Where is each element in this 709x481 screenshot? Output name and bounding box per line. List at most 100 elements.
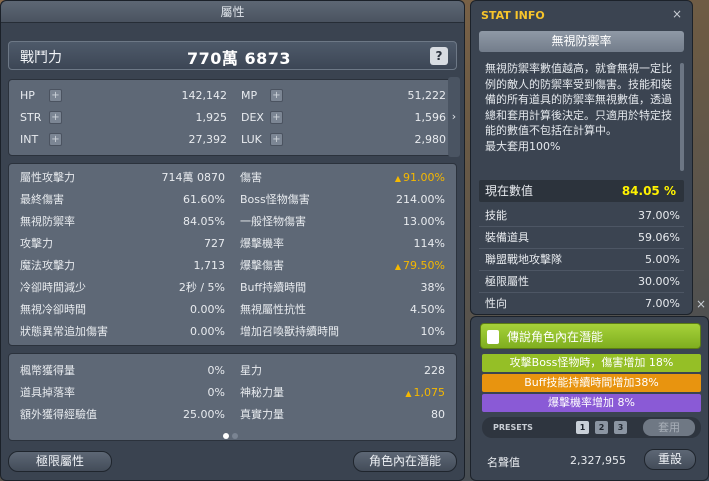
detail-stat-value: 84.05% — [183, 215, 225, 228]
misc-stat-value: 25.00% — [183, 408, 225, 421]
detail-stat-value: 114% — [413, 237, 445, 250]
detail-stat-label: 爆擊機率 — [240, 237, 284, 250]
detail-toggle-arrow-icon[interactable]: › — [448, 77, 460, 157]
help-button[interactable]: ? — [430, 47, 448, 65]
stat-info-close-icon[interactable]: × — [672, 7, 682, 21]
detail-stat-label: Boss怪物傷害 — [240, 193, 310, 206]
detail-stat-label: 增加召喚獸持續時間 — [240, 325, 339, 338]
int-plus-button[interactable]: + — [49, 133, 62, 146]
apply-preset-button[interactable]: 套用 — [643, 419, 695, 436]
dex-plus-button[interactable]: + — [270, 111, 283, 124]
misc-stat-label: 額外獲得經驗值 — [20, 408, 97, 421]
detail-stat-row: Boss怪物傷害 214.00% — [240, 190, 447, 209]
detail-stat-row: 爆擊傷害 ▲ 79.50% — [240, 256, 447, 275]
detail-stat-row: 狀態異常追加傷害 0.00% — [20, 322, 227, 341]
str-label: STR — [20, 111, 42, 124]
detail-stat-value: 2秒 / 5% — [178, 281, 225, 294]
preset-3-button[interactable]: 3 — [614, 421, 627, 434]
inner-ability-grade-label: 傳說角色內在潛能 — [507, 330, 604, 344]
misc-stats-right-column: 星力 228 神秘力量 ▲ 1,075 真實力量 80 — [240, 361, 447, 427]
current-value: 84.05 % — [621, 184, 676, 198]
stat-row-hp-mp: HP + 142,142 MP + 51,222 — [20, 86, 450, 105]
stat-info-max-note: 最大套用100% — [485, 139, 561, 153]
inner-ability-line: 攻擊Boss怪物時，傷害增加 18% — [482, 354, 701, 372]
breakdown-row: 裝備道具 59.06% — [479, 227, 684, 249]
misc-stat-label: 楓幣獲得量 — [20, 364, 75, 377]
breakdown-row: 技能 37.00% — [479, 205, 684, 227]
reset-button[interactable]: 重設 — [644, 449, 696, 470]
misc-stat-label: 真實力量 — [240, 408, 284, 421]
breakdown-row: 性向 7.00% — [479, 293, 684, 314]
stat-window: 屬性 戰鬥力 770萬 6873 ? HP + 142,142 MP + 51,… — [0, 0, 465, 481]
stat-row-int-luk: INT + 27,392 LUK + 2,980 — [20, 130, 450, 149]
preset-2-button[interactable]: 2 — [595, 421, 608, 434]
hyper-stat-button[interactable]: 極限屬性 — [8, 451, 112, 472]
hp-plus-button[interactable]: + — [49, 89, 62, 102]
inner-ability-panel: 傳說角色內在潛能 攻擊Boss怪物時，傷害增加 18% Buff技能持續時間增加3… — [470, 316, 709, 481]
detail-stat-value: 4.50% — [410, 303, 445, 316]
breakdown-label: 技能 — [485, 209, 507, 222]
hp-value: 142,142 — [181, 89, 228, 102]
presets-label: PRESETS — [493, 423, 533, 432]
detail-stat-value: 0.00% — [190, 325, 225, 338]
breakdown-value: 59.06% — [638, 231, 680, 244]
inner-ability-button[interactable]: 角色內在潛能 — [353, 451, 457, 472]
detail-stat-label: 狀態異常追加傷害 — [20, 325, 108, 338]
detail-stats-card: 屬性攻擊力 714萬 0870 最終傷害 61.60% 無視防禦率 84.05% 攻擊力 72… — [8, 163, 457, 346]
breakdown-label: 性向 — [485, 297, 507, 310]
detail-stat-value: 13.00% — [403, 215, 445, 228]
detail-stat-value-text: 91.00% — [403, 171, 445, 184]
mp-plus-button[interactable]: + — [270, 89, 283, 102]
luk-value: 2,980 — [414, 133, 447, 146]
misc-stat-label: 神秘力量 — [240, 386, 284, 399]
stat-row-str-dex: STR + 1,925 DEX + 1,596 — [20, 108, 450, 127]
detail-stat-value: 727 — [204, 237, 225, 250]
detail-stat-row: 冷卻時間減少 2秒 / 5% — [20, 278, 227, 297]
detail-stat-value: ▲ 79.50% — [395, 256, 445, 276]
detail-stat-label: 屬性攻擊力 — [20, 171, 75, 184]
detail-stat-value: 214.00% — [396, 193, 445, 206]
page-dot-2[interactable] — [232, 433, 238, 439]
breakdown-value: 7.00% — [645, 297, 680, 310]
preset-1-button[interactable]: 1 — [576, 421, 589, 434]
stat-info-scrollbar[interactable] — [680, 63, 684, 171]
misc-stat-row: 道具掉落率 0% — [20, 383, 227, 402]
detail-stat-row: 攻擊力 727 — [20, 234, 227, 253]
detail-stat-row: Buff持續時間 38% — [240, 278, 447, 297]
detail-stat-row: 增加召喚獸持續時間 10% — [240, 322, 447, 341]
detail-stat-label: 冷卻時間減少 — [20, 281, 86, 294]
detail-stat-label: 攻擊力 — [20, 237, 53, 250]
int-label: INT — [20, 133, 39, 146]
luk-label: LUK — [241, 133, 262, 146]
detail-stat-row: 爆擊機率 114% — [240, 234, 447, 253]
current-value-label: 現在數值 — [485, 184, 534, 198]
misc-stat-value: ▲ 1,075 — [405, 383, 445, 403]
detail-stat-label: 爆擊傷害 — [240, 259, 284, 272]
mp-label: MP — [241, 89, 258, 102]
str-plus-button[interactable]: + — [49, 111, 62, 124]
increase-arrow-icon: ▲ — [394, 174, 402, 183]
detail-stat-value: ▲ 91.00% — [395, 168, 445, 188]
inner-ability-header: 傳說角色內在潛能 — [480, 323, 701, 349]
detail-stat-label: 無視屬性抗性 — [240, 303, 306, 316]
dex-value: 1,596 — [414, 111, 447, 124]
detail-stat-row: 無視防禦率 84.05% — [20, 212, 227, 231]
misc-stat-row: 額外獲得經驗值 25.00% — [20, 405, 227, 424]
fame-value: 2,327,955 — [570, 454, 626, 467]
breakdown-value: 30.00% — [638, 275, 680, 288]
breakdown-label: 裝備道具 — [485, 231, 529, 244]
combat-power-label: 戰鬥力 — [20, 50, 62, 66]
inner-ability-close-icon[interactable]: × — [696, 297, 706, 311]
detail-stat-row: 魔法攻擊力 1,713 — [20, 256, 227, 275]
page-dot-1[interactable] — [223, 433, 229, 439]
inner-ability-line: Buff技能持續時間增加38% — [482, 374, 701, 392]
combat-power-bar: 戰鬥力 770萬 6873 ? — [8, 41, 457, 70]
detail-stat-value: 1,713 — [193, 259, 226, 272]
misc-stat-value: 228 — [424, 364, 445, 377]
window-title: 屬性 — [1, 1, 464, 23]
misc-stat-row: 楓幣獲得量 0% — [20, 361, 227, 380]
luk-plus-button[interactable]: + — [270, 133, 283, 146]
breakdown-label: 極限屬性 — [485, 275, 529, 288]
inner-ability-line: 爆擊機率增加 8% — [482, 394, 701, 412]
detail-stat-label: 無視防禦率 — [20, 215, 75, 228]
